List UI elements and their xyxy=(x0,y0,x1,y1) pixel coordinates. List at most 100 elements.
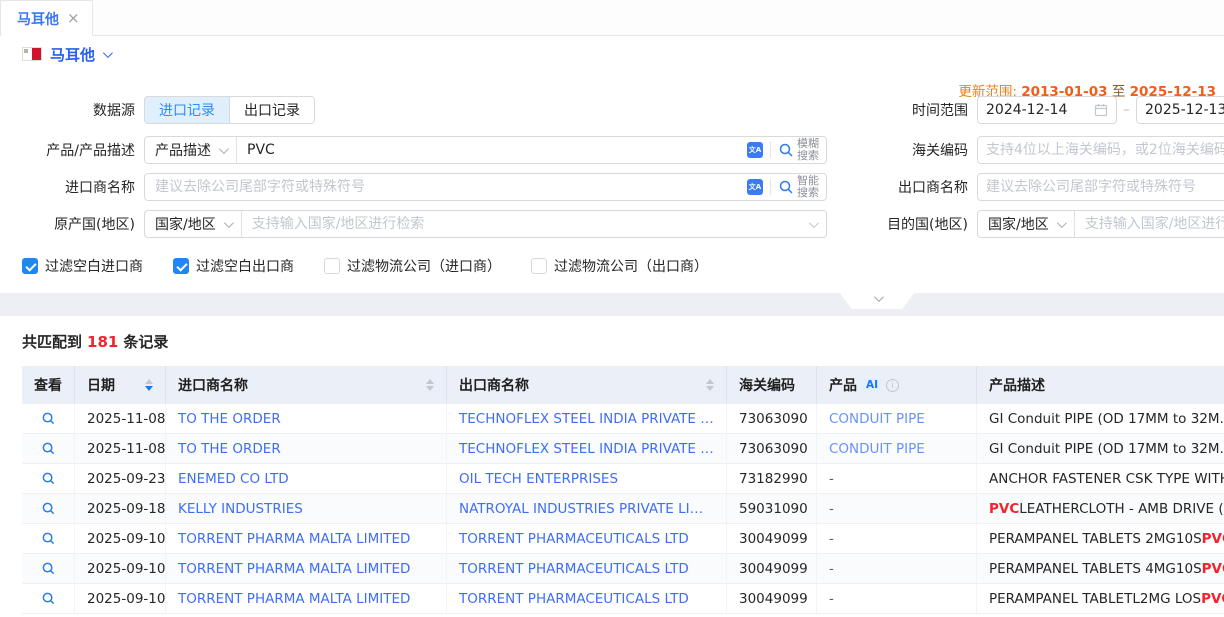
checkbox-checked-icon[interactable] xyxy=(173,258,189,274)
sort-button-date[interactable] xyxy=(137,379,153,391)
filter-checkbox[interactable]: 过滤空白进口商 xyxy=(22,256,143,276)
view-details-icon[interactable] xyxy=(41,591,56,606)
desc-text: GI Conduit PIPE (OD 17MM to 32M... xyxy=(989,441,1224,457)
desc-text: LEATHERCLOTH - AMB DRIVE (1... xyxy=(1019,501,1224,517)
segment-import-records[interactable]: 进口记录 xyxy=(145,97,229,123)
segment-export-records[interactable]: 出口记录 xyxy=(229,97,314,123)
tab-malta[interactable]: 马耳他 × xyxy=(0,0,93,36)
product-cell: - xyxy=(817,524,977,553)
hs-code-cell: 73182990 xyxy=(727,464,817,493)
divider xyxy=(770,179,771,195)
product-desc-cell: PERAMPANEL TABLETS 4MG10S PVC... xyxy=(977,554,1224,583)
results-table: 查看 日期 进口商名称 出口商名称 海关编码 产品 AI i xyxy=(22,366,1224,614)
product-cell: CONDUIT PIPE xyxy=(817,434,977,463)
hs-code-label: 海关编码 xyxy=(860,140,968,160)
exporter-input[interactable] xyxy=(986,179,1224,195)
destination-type-select[interactable]: 国家/地区 xyxy=(978,211,1075,237)
sort-button-exporter[interactable] xyxy=(698,379,714,391)
checkbox-checked-icon[interactable] xyxy=(22,258,38,274)
importer-link[interactable]: TORRENT PHARMA MALTA LIMITED xyxy=(178,531,410,547)
hs-code-input[interactable] xyxy=(986,142,1224,158)
view-details-icon[interactable] xyxy=(41,501,56,516)
importer-label: 进口商名称 xyxy=(0,177,135,197)
filter-checkbox[interactable]: 过滤空白出口商 xyxy=(173,256,294,276)
date-to-input[interactable] xyxy=(1145,102,1224,118)
tab-close-icon[interactable]: × xyxy=(67,11,80,26)
exporter-link[interactable]: TORRENT PHARMACEUTICALS LTD xyxy=(459,561,689,577)
date-cell: 2025-09-23 xyxy=(75,464,166,493)
importer-link[interactable]: KELLY INDUSTRIES xyxy=(178,501,303,517)
date-to-field[interactable] xyxy=(1136,96,1224,124)
product-search-input[interactable] xyxy=(237,142,747,158)
destination-type-select-value: 国家/地区 xyxy=(988,214,1049,234)
product-desc-cell: PERAMPANEL TABLETL2MG LOS PVC... xyxy=(977,584,1224,613)
view-details-icon[interactable] xyxy=(41,411,56,426)
product-empty: - xyxy=(829,471,834,487)
calendar-icon xyxy=(1094,103,1108,117)
smart-search-button[interactable]: 智能搜索 xyxy=(778,175,819,199)
importer-cell: TORRENT PHARMA MALTA LIMITED xyxy=(166,524,447,553)
product-link[interactable]: CONDUIT PIPE xyxy=(829,441,925,457)
product-cell: CONDUIT PIPE xyxy=(817,404,977,433)
hs-code-cell: 59031090 xyxy=(727,494,817,523)
chevron-down-icon xyxy=(809,218,819,228)
importer-link[interactable]: TO THE ORDER xyxy=(178,441,281,457)
importer-input[interactable] xyxy=(145,179,747,195)
desc-text: PERAMPANEL TABLETS 4MG10S xyxy=(989,561,1202,577)
importer-link[interactable]: ENEMED CO LTD xyxy=(178,471,289,487)
view-details-icon[interactable] xyxy=(41,531,56,546)
exporter-cell: TORRENT PHARMACEUTICALS LTD xyxy=(447,554,727,583)
sort-button-importer[interactable] xyxy=(418,379,434,391)
exporter-link[interactable]: TORRENT PHARMACEUTICALS LTD xyxy=(459,591,689,607)
view-cell xyxy=(22,434,75,463)
malta-flag-icon xyxy=(22,47,42,61)
collapse-panel-button[interactable] xyxy=(840,293,914,309)
origin-input[interactable] xyxy=(242,216,809,232)
translate-icon[interactable]: 文A xyxy=(747,179,763,195)
view-cell xyxy=(22,524,75,553)
table-row: 2025-11-08TO THE ORDERTECHNOFLEX STEEL I… xyxy=(22,434,1224,464)
importer-link[interactable]: TORRENT PHARMA MALTA LIMITED xyxy=(178,561,410,577)
exporter-cell: NATROYAL INDUSTRIES PRIVATE LIMITED xyxy=(447,494,727,523)
results-summary: 共匹配到181条记录 xyxy=(0,331,1224,352)
desc-text: ANCHOR FASTENER CSK TYPE WITH ... xyxy=(989,471,1224,487)
hs-code-cell: 30049099 xyxy=(727,584,817,613)
importer-cell: TORRENT PHARMA MALTA LIMITED xyxy=(166,584,447,613)
exporter-field[interactable] xyxy=(977,173,1224,201)
product-desc-cell: GI Conduit PIPE (OD 17MM to 32M... xyxy=(977,404,1224,433)
hs-code-field[interactable] xyxy=(977,136,1224,164)
importer-link[interactable]: TORRENT PHARMA MALTA LIMITED xyxy=(178,591,410,607)
exporter-link[interactable]: TORRENT PHARMACEUTICALS LTD xyxy=(459,531,689,547)
checkbox-unchecked-icon[interactable] xyxy=(324,258,340,274)
importer-search-group: 文A 智能搜索 xyxy=(144,173,827,201)
date-cell: 2025-09-10 xyxy=(75,554,166,583)
product-link[interactable]: CONDUIT PIPE xyxy=(829,411,925,427)
tab-title: 马耳他 xyxy=(17,9,59,29)
product-type-select[interactable]: 产品描述 xyxy=(145,137,237,163)
view-details-icon[interactable] xyxy=(41,471,56,486)
translate-icon[interactable]: 文A xyxy=(747,142,763,158)
date-from-field[interactable] xyxy=(977,96,1117,124)
importer-link[interactable]: TO THE ORDER xyxy=(178,411,281,427)
filter-panel: 更新范围: 2013-01-03 至 2025-12-13 数据源 进口记录 出… xyxy=(0,72,1224,293)
destination-input[interactable] xyxy=(1075,216,1224,232)
origin-type-select[interactable]: 国家/地区 xyxy=(145,211,242,237)
filter-checkbox[interactable]: 过滤物流公司（出口商） xyxy=(531,256,708,276)
checkbox-label: 过滤空白出口商 xyxy=(196,256,294,276)
view-details-icon[interactable] xyxy=(41,441,56,456)
date-from-input[interactable] xyxy=(986,102,1094,118)
app-window: 马耳他 × 马耳他 更新范围: 2013-01-03 至 2025-12-13 … xyxy=(0,0,1224,617)
exporter-link[interactable]: OIL TECH ENTERPRISES xyxy=(459,471,618,487)
info-icon[interactable]: i xyxy=(886,379,899,392)
filter-checkbox[interactable]: 过滤物流公司（进口商） xyxy=(324,256,501,276)
chevron-down-icon[interactable] xyxy=(103,48,113,58)
checkbox-unchecked-icon[interactable] xyxy=(531,258,547,274)
exporter-link[interactable]: TECHNOFLEX STEEL INDIA PRIVATE LIMITED xyxy=(459,411,714,427)
date-cell: 2025-09-10 xyxy=(75,584,166,613)
country-name[interactable]: 马耳他 xyxy=(50,44,95,65)
exporter-link[interactable]: NATROYAL INDUSTRIES PRIVATE LIMITED xyxy=(459,501,714,517)
view-cell xyxy=(22,464,75,493)
fuzzy-search-button[interactable]: 模糊搜索 xyxy=(778,138,819,162)
view-details-icon[interactable] xyxy=(41,561,56,576)
exporter-link[interactable]: TECHNOFLEX STEEL INDIA PRIVATE LIMITED xyxy=(459,441,714,457)
